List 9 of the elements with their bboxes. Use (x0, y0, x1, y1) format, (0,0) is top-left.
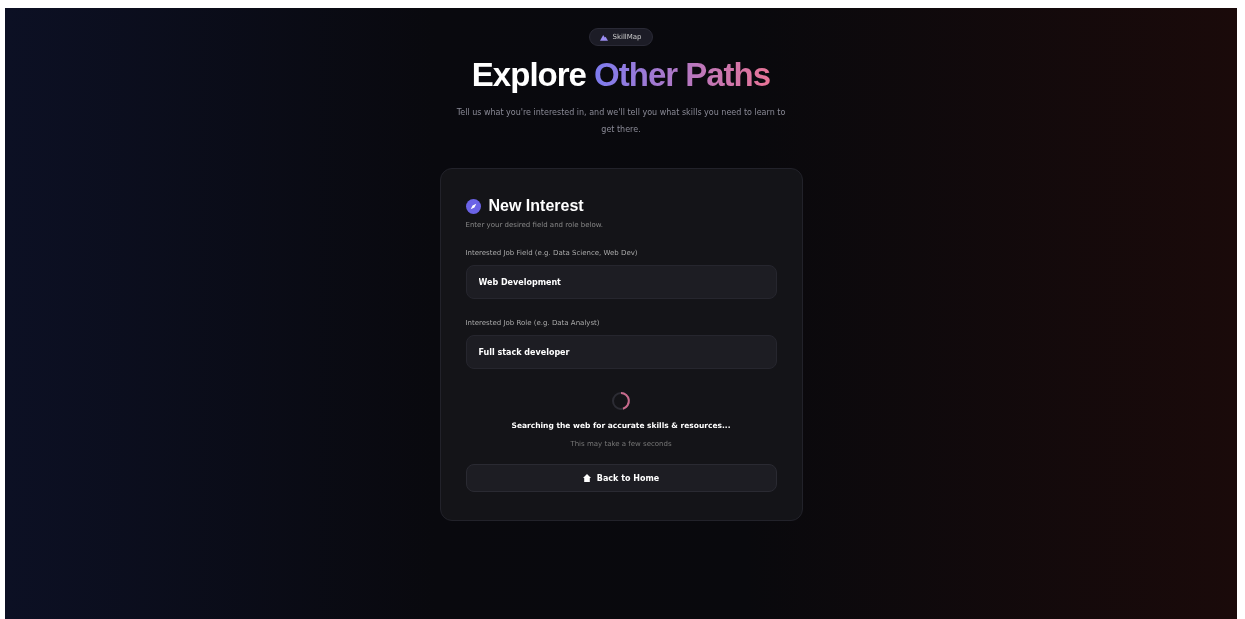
mountain-icon (600, 33, 609, 41)
back-home-button[interactable]: Back to Home (465, 464, 777, 492)
page-subtitle: Tell us what you're interested in, and we'll tell you what skills you need to learn to get there. (455, 107, 787, 136)
input-field[interactable]: Full stack developer (465, 335, 777, 369)
card-title: New Interest (488, 197, 584, 215)
loading-spinner (611, 391, 631, 411)
compass-icon (465, 198, 481, 214)
input-field[interactable]: Web Development (465, 265, 777, 299)
home-icon (582, 474, 591, 482)
